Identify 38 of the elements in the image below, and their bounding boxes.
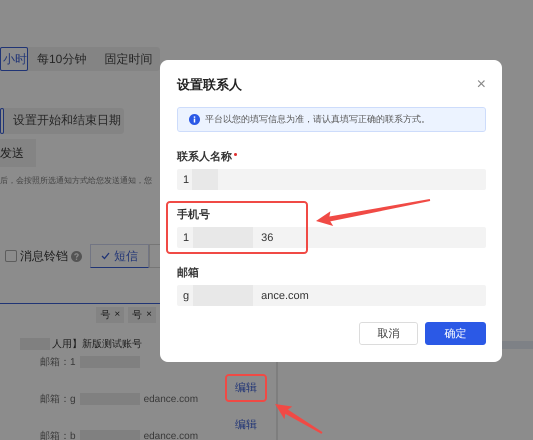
contact-email: edance.com (144, 394, 198, 404)
contact-email: 邮箱：b (40, 430, 76, 440)
info-icon (189, 114, 200, 125)
frequency-tab[interactable]: 每10分钟 (28, 47, 96, 71)
edit-link[interactable]: 编辑 (235, 382, 257, 394)
field-label: 联系人名称 (177, 150, 232, 164)
highlight-frame (225, 374, 267, 402)
channel-button[interactable]: 短信 (90, 244, 149, 268)
date-range-tab[interactable]: 设置开始和结束日期 (4, 108, 130, 132)
contact-email: 邮箱：1 (40, 356, 76, 369)
input-field[interactable]: 1 (177, 169, 486, 190)
input-field[interactable]: g ance.com (177, 285, 486, 306)
arrow-drawing (275, 404, 323, 434)
field-label: 邮箱 (177, 266, 199, 280)
info-text: 平台以您的填写信息为准，请认真填写正确的联系方式。 (205, 113, 430, 126)
send-button[interactable]: 发送 (0, 139, 36, 167)
check-icon (101, 252, 110, 260)
contact-email: 邮箱：g (40, 392, 76, 406)
cancel-button[interactable]: 取消 (359, 322, 418, 345)
contact-email: edance.com (144, 430, 198, 440)
checkbox-label: 消息铃铛 (20, 248, 68, 264)
close-icon[interactable]: × (114, 309, 120, 320)
dialog-title: 设置联系人 (177, 76, 242, 94)
confirm-button[interactable]: 确定 (425, 322, 486, 345)
description-text: 后，会按照所选通知方式给您发送通知，您 (0, 175, 153, 186)
edit-link[interactable]: 编辑 (235, 419, 257, 431)
field-label: 手机号 (177, 208, 210, 222)
help-icon[interactable] (71, 250, 82, 262)
close-icon[interactable]: × (146, 309, 152, 320)
tag-label: 号 (132, 308, 142, 322)
select-field[interactable]: 号 × 号 × (0, 303, 160, 325)
input-field[interactable]: 1 36 (177, 227, 486, 248)
frequency-tab[interactable]: 小时 (0, 47, 28, 71)
close-button[interactable]: × (476, 78, 486, 92)
frequency-tab[interactable]: 固定时间 (95, 47, 162, 71)
contact-name: 人用】新版测试账号 (52, 338, 142, 351)
checkbox[interactable] (5, 250, 17, 262)
tag-label: 号 (100, 308, 110, 322)
